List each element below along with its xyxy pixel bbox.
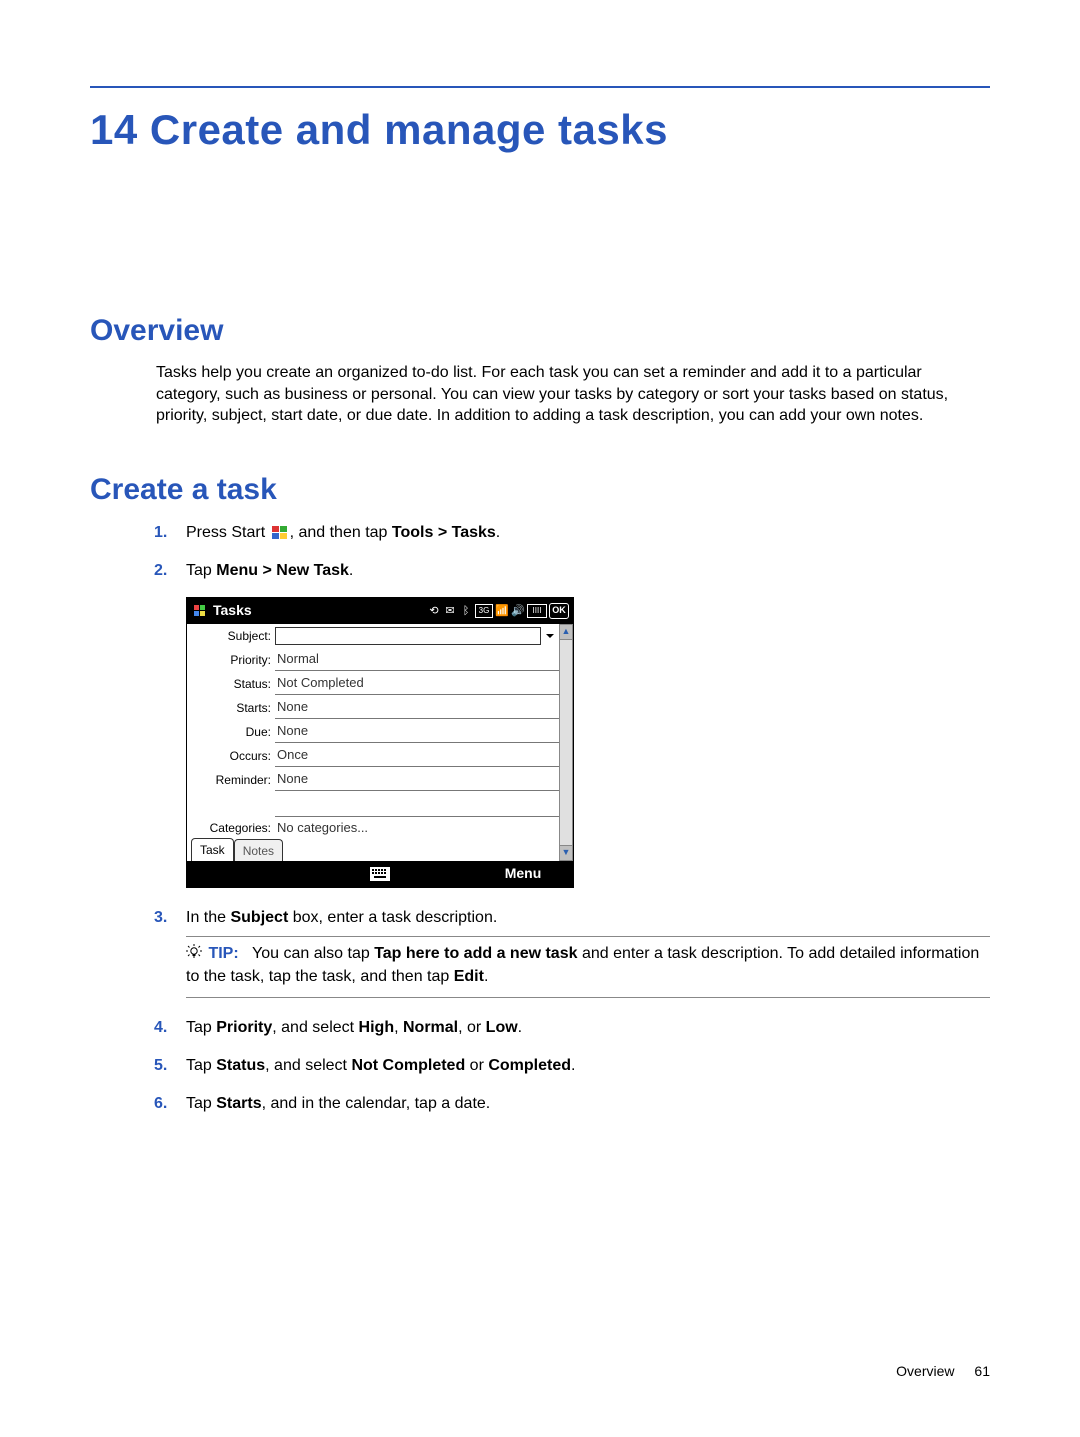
steps-list: 1. Press Start , and then tap Tools > Ta…	[90, 521, 990, 1116]
row-due[interactable]: Due: None	[187, 720, 559, 744]
scroll-down-icon[interactable]: ▼	[559, 845, 573, 861]
sync-icon: ⟲	[427, 603, 441, 620]
label-reminder: Reminder:	[187, 771, 275, 789]
screenshot-body: Subject: Priority: Normal	[187, 624, 573, 861]
value-reminder: None	[275, 768, 559, 791]
step-number: 5.	[154, 1054, 167, 1078]
row-occurs[interactable]: Occurs: Once	[187, 744, 559, 768]
device-screenshot: Tasks ⟲ ✉ ᛒ 3G 📶 🔊 IIII OK	[186, 597, 574, 888]
status-icons: ⟲ ✉ ᛒ 3G 📶 🔊 IIII OK	[427, 603, 569, 620]
label-priority: Priority:	[187, 651, 275, 669]
signal-icon: 📶	[495, 603, 509, 620]
scroll-track[interactable]	[559, 640, 573, 845]
step-2: 2. Tap Menu > New Task. Tasks ⟲ ✉ ᛒ 3G	[186, 559, 990, 888]
tab-notes[interactable]: Notes	[234, 839, 283, 862]
dropdown-caret-icon[interactable]	[543, 627, 557, 645]
windows-start-icon	[272, 526, 288, 540]
speaker-icon: 🔊	[511, 603, 525, 620]
step-number: 1.	[154, 521, 167, 545]
3g-icon: 3G	[475, 604, 493, 618]
step-6: 6. Tap Starts, and in the calendar, tap …	[186, 1092, 990, 1116]
subject-input[interactable]	[275, 627, 541, 645]
ok-button[interactable]: OK	[549, 603, 569, 619]
windows-flag-icon	[191, 604, 209, 618]
value-status: Not Completed	[275, 672, 559, 695]
step-number: 2.	[154, 559, 167, 583]
step-text: Tap Menu > New Task.	[186, 562, 353, 579]
label-subject: Subject:	[187, 627, 275, 645]
step-number: 3.	[154, 906, 167, 930]
step-5: 5. Tap Status, and select Not Completed …	[186, 1054, 990, 1078]
row-categories[interactable]: Categories: No categories...	[187, 817, 559, 839]
overview-heading: Overview	[90, 314, 990, 348]
label-starts: Starts:	[187, 699, 275, 717]
label-categories: Categories:	[187, 819, 275, 837]
keyboard-icon[interactable]	[370, 867, 390, 881]
create-heading: Create a task	[90, 473, 990, 507]
step-3: 3. In the Subject box, enter a task desc…	[186, 906, 990, 998]
row-blank	[275, 792, 559, 817]
label-occurs: Occurs:	[187, 747, 275, 765]
tab-bar: Task Notes	[187, 839, 559, 861]
chapter-title: 14 Create and manage tasks	[90, 106, 990, 154]
chapter-name: Create and manage tasks	[150, 106, 668, 153]
battery-icon: IIII	[527, 604, 547, 618]
tab-task[interactable]: Task	[191, 838, 234, 861]
tip-label: TIP:	[208, 945, 238, 962]
mail-icon: ✉	[443, 603, 457, 620]
menu-button[interactable]: Menu	[505, 863, 542, 884]
step-text: Tap Starts, and in the calendar, tap a d…	[186, 1095, 490, 1112]
form-area: Subject: Priority: Normal	[187, 624, 559, 861]
value-occurs: Once	[275, 744, 559, 767]
scroll-up-icon[interactable]: ▲	[559, 624, 573, 640]
tip-text: You can also tap Tap here to add a new t…	[186, 945, 979, 985]
footer-page-number: 61	[974, 1363, 990, 1379]
step-1: 1. Press Start , and then tap Tools > Ta…	[186, 521, 990, 545]
step-text: Press Start , and then tap Tools > Tasks…	[186, 524, 500, 541]
bluetooth-icon: ᛒ	[459, 603, 473, 620]
row-subject: Subject:	[187, 624, 559, 648]
footer-section: Overview	[896, 1363, 954, 1379]
top-rule	[90, 86, 990, 88]
row-starts[interactable]: Starts: None	[187, 696, 559, 720]
screenshot-bottombar: Menu	[187, 861, 573, 887]
screenshot-titlebar: Tasks ⟲ ✉ ᛒ 3G 📶 🔊 IIII OK	[187, 598, 573, 624]
step-text: Tap Priority, and select High, Normal, o…	[186, 1019, 522, 1036]
row-reminder[interactable]: Reminder: None	[187, 768, 559, 792]
value-starts: None	[275, 696, 559, 719]
step-4: 4. Tap Priority, and select High, Normal…	[186, 1016, 990, 1040]
lightbulb-icon	[186, 944, 204, 967]
step-text: In the Subject box, enter a task descrip…	[186, 909, 497, 926]
row-priority[interactable]: Priority: Normal	[187, 648, 559, 672]
step-number: 4.	[154, 1016, 167, 1040]
value-priority: Normal	[275, 648, 559, 671]
page: 14 Create and manage tasks Overview Task…	[0, 0, 1080, 1437]
overview-body: Tasks help you create an organized to-do…	[90, 362, 990, 427]
value-due: None	[275, 720, 559, 743]
step-number: 6.	[154, 1092, 167, 1116]
screenshot-title: Tasks	[209, 600, 427, 621]
scrollbar[interactable]: ▲ ▼	[559, 624, 573, 861]
chapter-number: 14	[90, 106, 138, 153]
label-due: Due:	[187, 723, 275, 741]
row-status[interactable]: Status: Not Completed	[187, 672, 559, 696]
page-footer: Overview 61	[896, 1363, 990, 1379]
tip-block: TIP: You can also tap Tap here to add a …	[186, 936, 990, 998]
label-status: Status:	[187, 675, 275, 693]
step-text: Tap Status, and select Not Completed or …	[186, 1057, 575, 1074]
value-categories: No categories...	[275, 817, 559, 839]
